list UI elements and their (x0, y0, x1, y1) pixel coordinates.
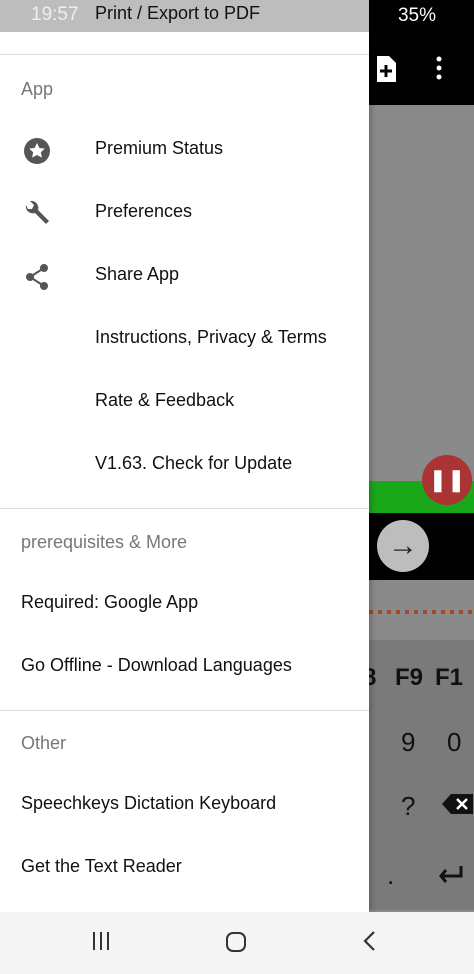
backspace-icon[interactable] (441, 792, 474, 823)
system-navigation-bar (0, 912, 474, 974)
menu-item-premium-status[interactable]: Premium Status (0, 120, 369, 183)
star-circle-icon (22, 136, 52, 166)
menu-item-label: Get the Text Reader (21, 856, 182, 876)
menu-item-share-app[interactable]: Share App (0, 246, 369, 309)
status-time: 19:57 (31, 4, 79, 25)
go-arrow-icon[interactable]: → (377, 520, 429, 572)
toolbar-actions (364, 55, 474, 85)
menu-item-label: Preferences (95, 201, 193, 221)
menu-item-go-offline[interactable]: Go Offline - Download Languages (0, 637, 369, 700)
menu-item-instructions[interactable]: Instructions, Privacy & Terms (0, 309, 369, 372)
navigation-drawer: 19:57 Print / Export to PDF App Premium … (0, 0, 369, 912)
app-title: Print / Export to PDF (95, 3, 261, 23)
key-period[interactable]: . (387, 860, 394, 891)
menu-item-preferences[interactable]: Preferences (0, 183, 369, 246)
recent-apps-icon[interactable] (81, 930, 121, 956)
keyboard: 8 F9 F1 9 0 ? . (363, 640, 474, 910)
menu-item-speechkeys[interactable]: Speechkeys Dictation Keyboard (0, 775, 369, 838)
key-question[interactable]: ? (401, 791, 415, 822)
section-title-other: Other (21, 733, 67, 753)
drawer-status-bar: 19:57 Print / Export to PDF (0, 0, 369, 32)
menu-item-label: Share App (95, 264, 180, 284)
wrench-icon (22, 199, 52, 229)
key-0[interactable]: 0 (447, 727, 461, 758)
home-icon[interactable] (216, 930, 256, 956)
back-icon[interactable] (350, 930, 390, 956)
menu-item-check-update[interactable]: V1.63. Check for Update (0, 435, 369, 498)
key-9[interactable]: 9 (401, 727, 415, 758)
menu-item-label: Rate & Feedback (95, 390, 235, 410)
menu-item-label: Speechkeys Dictation Keyboard (21, 793, 277, 813)
pause-icon[interactable]: ❚❚ (422, 455, 472, 505)
share-icon (22, 262, 52, 292)
section-title-app: App (21, 79, 54, 99)
more-options-icon[interactable] (436, 55, 442, 87)
menu-item-text-reader[interactable]: Get the Text Reader (0, 838, 369, 901)
menu-item-label: Instructions, Privacy & Terms (95, 327, 327, 347)
menu-item-label: Premium Status (95, 138, 224, 158)
battery-level: 35% (397, 5, 436, 26)
divider (0, 508, 369, 509)
menu-item-google-app[interactable]: Required: Google App (0, 574, 369, 637)
menu-item-label: Go Offline - Download Languages (21, 655, 292, 675)
section-title-prerequisites: prerequisites & More (21, 532, 188, 552)
menu-item-label: V1.63. Check for Update (95, 453, 293, 473)
dotted-divider (369, 610, 474, 614)
menu-item-label: Required: Google App (21, 592, 199, 612)
key-f10[interactable]: F1 (435, 664, 463, 692)
divider (0, 710, 369, 711)
enter-icon[interactable] (437, 860, 465, 891)
add-file-icon[interactable] (374, 55, 398, 89)
menu-item-rate-feedback[interactable]: Rate & Feedback (0, 372, 369, 435)
divider (0, 54, 369, 55)
key-f9[interactable]: F9 (395, 664, 423, 692)
